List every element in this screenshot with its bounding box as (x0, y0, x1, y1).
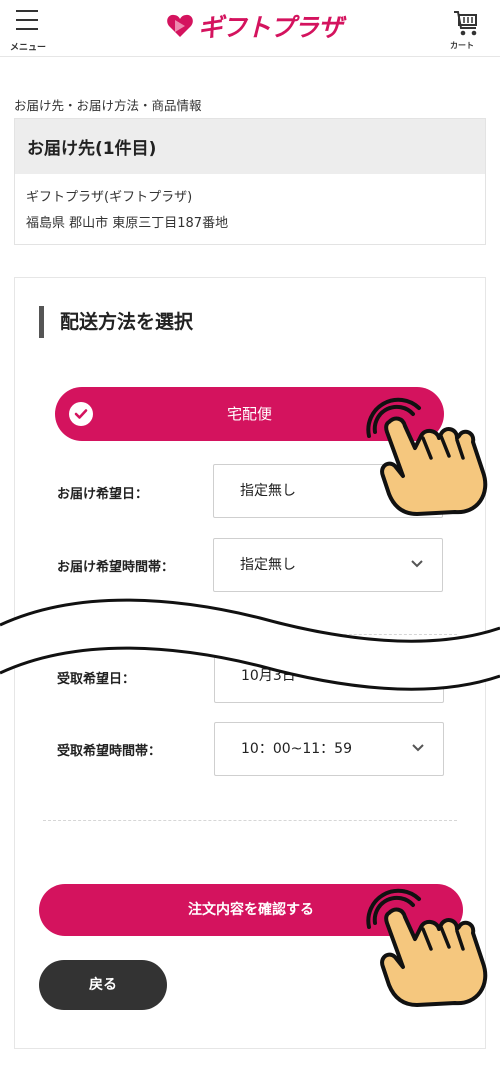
overlay-layer (0, 397, 500, 1007)
tap-hand-icon (366, 397, 488, 516)
wave-break-icon (0, 598, 500, 691)
tap-hand-icon (366, 888, 488, 1007)
